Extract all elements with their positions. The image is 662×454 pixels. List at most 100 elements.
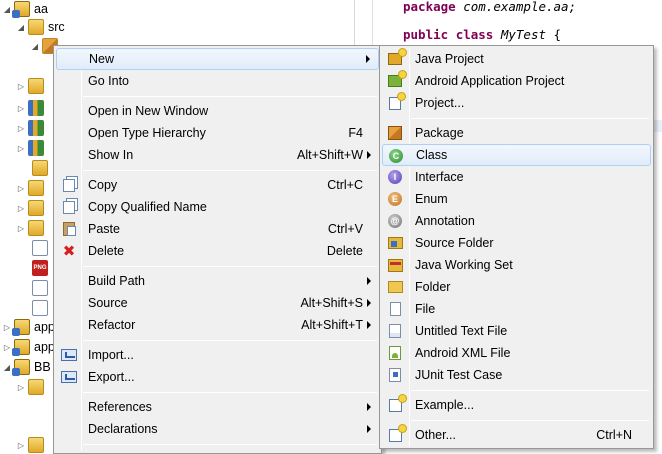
menu-item-label: JUnit Test Case <box>415 368 503 382</box>
menu-item-android-xml-file[interactable]: Android XML File <box>382 342 651 364</box>
menu-item-delete[interactable]: ✖ Delete Delete <box>56 240 379 262</box>
menu-item-class[interactable]: C Class <box>382 144 651 166</box>
menu-item-android-application-project[interactable]: Android Application Project <box>382 70 651 92</box>
folder-icon <box>28 78 44 94</box>
menu-item-open-type-hierarchy[interactable]: Open Type Hierarchy F4 <box>56 122 379 144</box>
tree-node-collapsed[interactable]: ▷ <box>16 179 44 197</box>
project-icon <box>12 1 30 18</box>
tree-node-bb[interactable]: ◢ BB <box>2 358 51 376</box>
menu-item-folder[interactable]: Folder <box>382 276 651 298</box>
menu-item-refactor[interactable]: Refactor Alt+Shift+T <box>56 314 379 336</box>
text-file-icon <box>387 323 403 339</box>
menu-item-shortcut: Alt+Shift+S <box>300 296 363 310</box>
menu-item-enum[interactable]: E Enum <box>382 188 651 210</box>
tree-node-folder[interactable] <box>30 159 48 177</box>
menu-item-export[interactable]: Export... <box>56 366 379 388</box>
collapsed-twisty-icon[interactable]: ▷ <box>16 81 26 91</box>
menu-item-source-folder[interactable]: Source Folder <box>382 232 651 254</box>
tree-node-collapsed[interactable]: ▷ <box>16 139 44 157</box>
tree-node-collapsed[interactable]: ▷ <box>16 99 44 117</box>
menu-item-label: Build Path <box>88 274 145 288</box>
file-icon <box>387 301 403 317</box>
project-icon <box>12 319 30 336</box>
menu-item-new[interactable]: New <box>56 48 379 70</box>
menu-item-import[interactable]: Import... <box>56 344 379 366</box>
menu-item-copy-qualified-name[interactable]: Copy Qualified Name <box>56 196 379 218</box>
menu-item-declarations[interactable]: Declarations <box>56 418 379 440</box>
menu-item-label: Refactor <box>88 318 136 332</box>
tree-node-file[interactable] <box>30 239 48 257</box>
submenu-arrow-icon <box>367 151 371 159</box>
menu-item-label: Other... <box>415 428 456 442</box>
tree-node-collapsed[interactable]: ▷ <box>16 77 44 95</box>
tree-node-collapsed[interactable]: ▷ <box>16 199 44 217</box>
menu-item-paste[interactable]: Paste Ctrl+V <box>56 218 379 240</box>
menu-item-java-working-set[interactable]: Java Working Set <box>382 254 651 276</box>
code-class-name: MyTest <box>500 27 547 42</box>
menu-item-package[interactable]: Package <box>382 122 651 144</box>
menu-item-open-in-new-window[interactable]: Open in New Window <box>56 100 379 122</box>
menu-item-show-in[interactable]: Show In Alt+Shift+W <box>56 144 379 166</box>
menu-item-label: Paste <box>88 222 120 236</box>
menu-item-example[interactable]: Example... <box>382 394 651 416</box>
submenu-arrow-icon <box>367 321 371 329</box>
tree-node-collapsed[interactable]: ▷ <box>16 119 44 137</box>
expanded-twisty-icon[interactable]: ◢ <box>2 362 12 372</box>
menu-item-label: Source Folder <box>415 236 494 250</box>
collapsed-twisty-icon[interactable]: ▷ <box>16 123 26 133</box>
collapsed-twisty-icon[interactable]: ▷ <box>16 183 26 193</box>
menu-item-java-project[interactable]: Java Project <box>382 48 651 70</box>
collapsed-twisty-icon[interactable]: ▷ <box>16 143 26 153</box>
tree-node-collapsed[interactable]: ▷ <box>16 378 44 396</box>
copy-icon <box>61 177 77 193</box>
menu-item-project[interactable]: Project... <box>382 92 651 114</box>
tree-node-label: app <box>34 340 55 354</box>
tree-node-file[interactable] <box>30 279 48 297</box>
collapsed-twisty-icon[interactable]: ▷ <box>16 103 26 113</box>
menu-item-go-into[interactable]: Go Into <box>56 70 379 92</box>
tree-node-file[interactable] <box>30 299 48 317</box>
tree-node-aa[interactable]: ◢ aa <box>2 0 48 18</box>
file-icon <box>32 300 48 316</box>
menu-item-interface[interactable]: I Interface <box>382 166 651 188</box>
expanded-twisty-icon[interactable]: ◢ <box>30 41 40 51</box>
tree-node-app[interactable]: ▷ app <box>2 338 55 356</box>
tree-node-app[interactable]: ▷ app <box>2 318 55 336</box>
collapsed-twisty-icon[interactable]: ▷ <box>16 203 26 213</box>
menu-item-label: Open Type Hierarchy <box>88 126 206 140</box>
menu-item-copy[interactable]: Copy Ctrl+C <box>56 174 379 196</box>
tree-node-collapsed[interactable]: ▷ <box>16 436 44 454</box>
menu-item-annotation[interactable]: @ Annotation <box>382 210 651 232</box>
collapsed-twisty-icon[interactable]: ▷ <box>2 342 12 352</box>
menu-item-label: Java Project <box>415 52 484 66</box>
menu-item-references[interactable]: References <box>56 396 379 418</box>
annotation-icon: @ <box>387 213 403 229</box>
menu-item-label: Delete <box>88 244 125 258</box>
other-wizard-icon <box>387 424 406 443</box>
menu-item-junit-test-case[interactable]: JUnit Test Case <box>382 364 651 386</box>
menu-item-other[interactable]: Other... Ctrl+N <box>382 424 651 446</box>
tree-node-collapsed[interactable]: ▷ <box>16 219 44 237</box>
menu-item-source[interactable]: Source Alt+Shift+S <box>56 292 379 314</box>
folder-icon <box>28 200 44 216</box>
menu-separator <box>83 170 377 171</box>
delete-icon: ✖ <box>62 243 76 260</box>
tree-node-src[interactable]: ◢ src <box>16 18 65 36</box>
folder-icon <box>32 160 48 176</box>
menu-item-build-path[interactable]: Build Path <box>56 270 379 292</box>
folder-icon <box>28 437 44 453</box>
expanded-twisty-icon[interactable]: ◢ <box>2 4 12 14</box>
menu-item-untitled-text-file[interactable]: Untitled Text File <box>382 320 651 342</box>
tree-node-png[interactable]: PNG <box>30 259 48 277</box>
collapsed-twisty-icon[interactable]: ▷ <box>16 223 26 233</box>
menu-item-label: Interface <box>415 170 464 184</box>
folder-icon <box>28 180 44 196</box>
menu-item-shortcut: Ctrl+C <box>327 178 363 192</box>
collapsed-twisty-icon[interactable]: ▷ <box>16 382 26 392</box>
menu-item-shortcut: Delete <box>326 244 363 258</box>
menu-item-label: Go Into <box>88 74 129 88</box>
menu-item-file[interactable]: File <box>382 298 651 320</box>
expanded-twisty-icon[interactable]: ◢ <box>16 22 26 32</box>
collapsed-twisty-icon[interactable]: ▷ <box>2 322 12 332</box>
collapsed-twisty-icon[interactable]: ▷ <box>16 440 26 450</box>
